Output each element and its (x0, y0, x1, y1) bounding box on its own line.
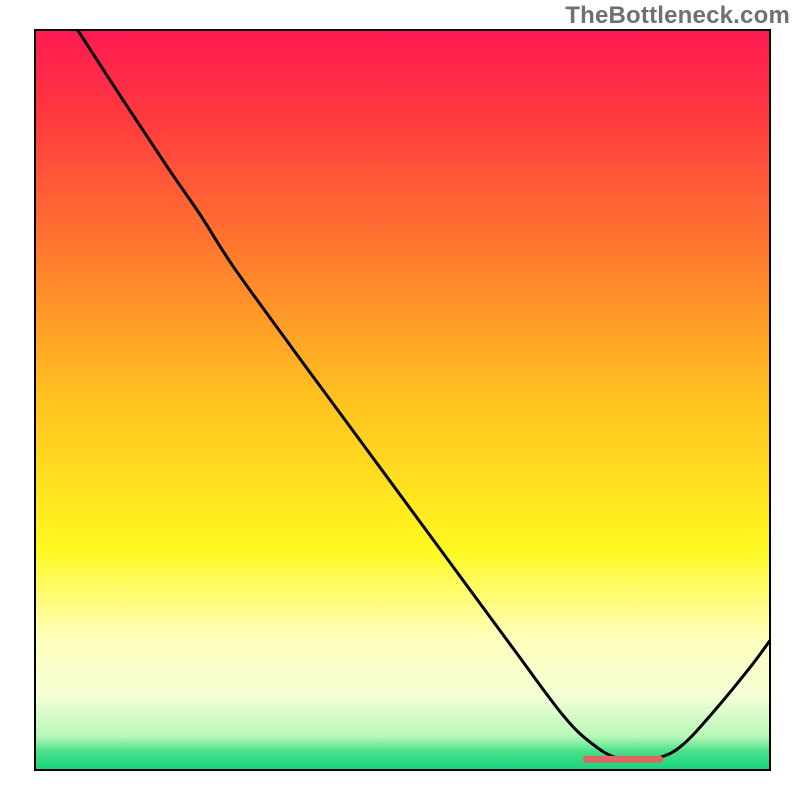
plot-background (35, 30, 770, 770)
watermark-text: TheBottleneck.com (565, 2, 790, 30)
chart-container: TheBottleneck.com (0, 0, 800, 800)
bottleneck-chart (0, 0, 800, 800)
